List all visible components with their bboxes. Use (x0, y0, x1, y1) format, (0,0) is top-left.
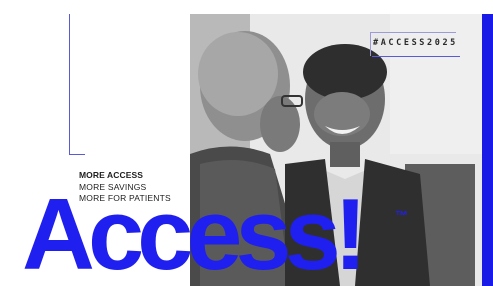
hashtag-underline (372, 56, 460, 57)
hashtag-label: #ACCESS2025 (373, 38, 458, 48)
trademark-symbol: ™ (395, 208, 408, 223)
left-accent-tick (69, 154, 85, 155)
left-accent-line (69, 14, 70, 154)
right-blue-bar (482, 14, 493, 286)
access-title: Access! (22, 179, 367, 286)
promo-banner: #ACCESS2025 MORE ACCESS MORE SAVINGS MOR… (0, 0, 493, 286)
